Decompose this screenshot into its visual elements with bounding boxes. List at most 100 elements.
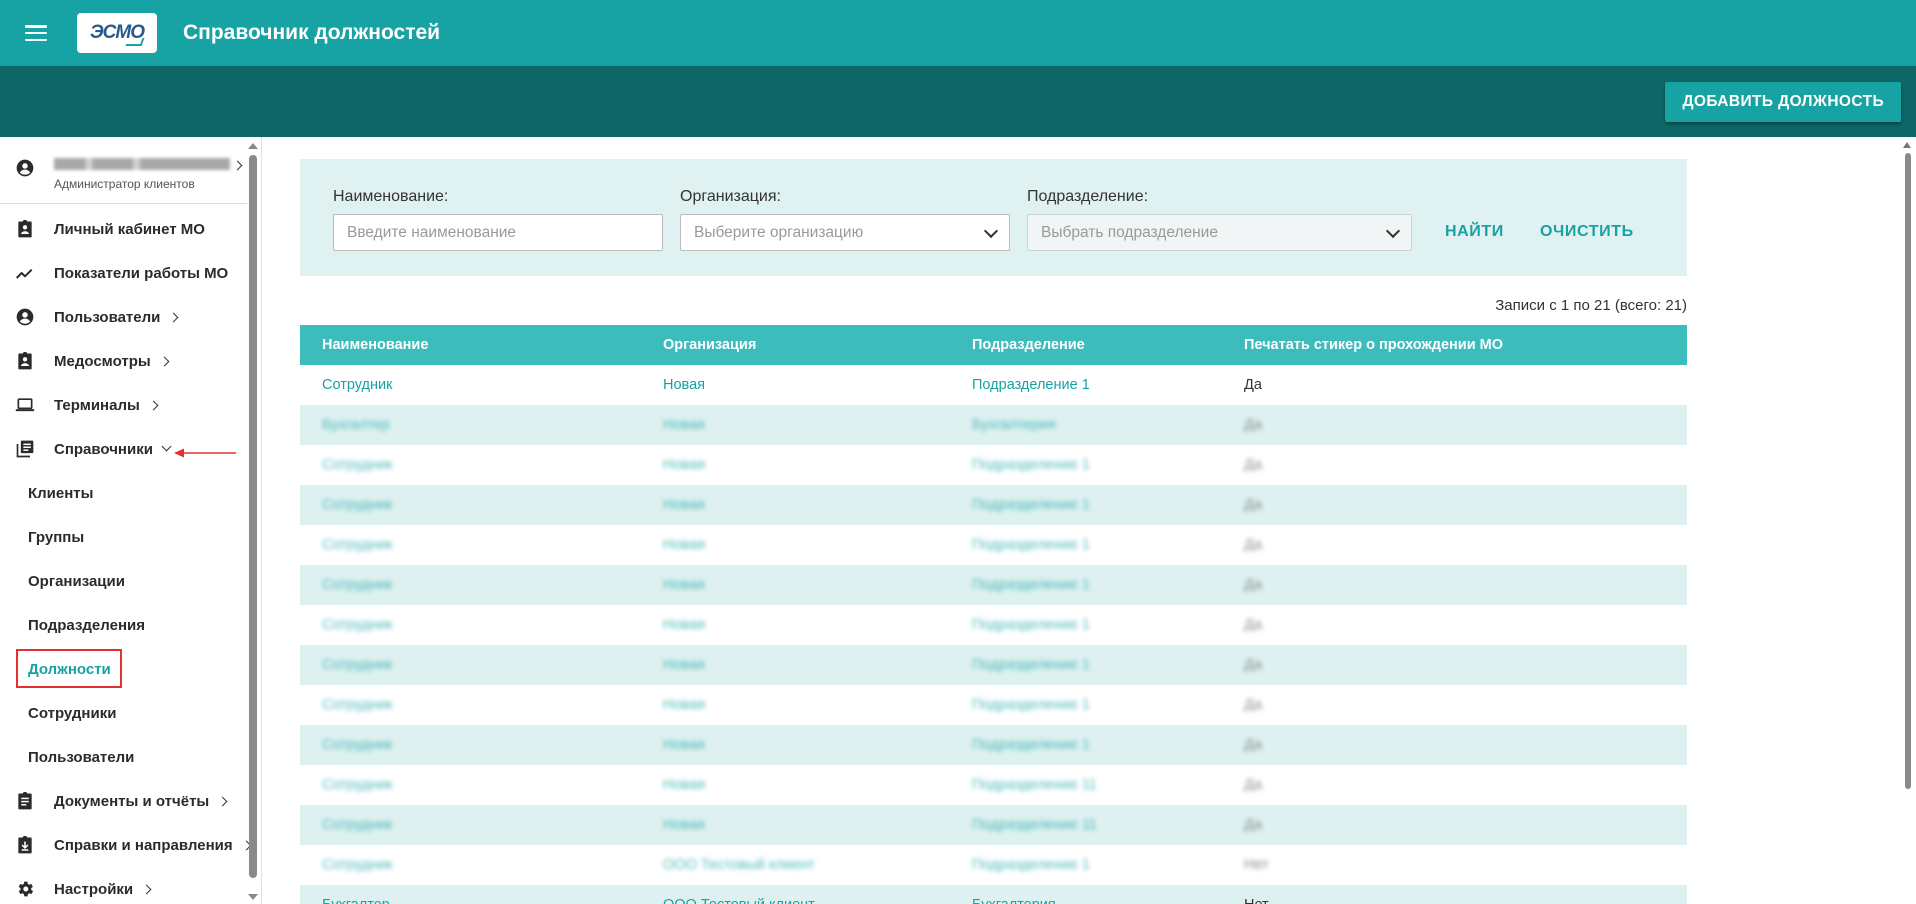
org-filter-label: Организация: bbox=[680, 188, 781, 205]
cell-department[interactable]: Подразделение 1 bbox=[972, 697, 1090, 713]
main-scrollbar[interactable] bbox=[1905, 153, 1911, 789]
sidebar-item-documents[interactable]: Документы и отчёты bbox=[0, 779, 247, 823]
user-profile[interactable]: Администратор клиентов bbox=[0, 137, 247, 191]
sidebar-item-personal-cabinet[interactable]: Личный кабинет МО bbox=[0, 207, 247, 251]
cell-name[interactable]: Сотрудник bbox=[322, 537, 392, 553]
app-logo[interactable]: ЭСМО bbox=[77, 13, 157, 53]
dept-filter-select[interactable]: Выбрать подразделение bbox=[1027, 214, 1412, 251]
cell-name[interactable]: Бухгалтер bbox=[322, 417, 390, 433]
highlight-box bbox=[16, 649, 122, 688]
cell-organization[interactable]: Новая bbox=[663, 417, 705, 433]
cell-department[interactable]: Бухгалтерия bbox=[972, 417, 1056, 433]
cell-name[interactable]: Сотрудник bbox=[322, 497, 392, 513]
table-row[interactable]: Сотрудник Новая Подразделение 1 Да bbox=[300, 685, 1687, 725]
scroll-up-icon[interactable] bbox=[248, 143, 258, 149]
cell-name[interactable]: Сотрудник bbox=[322, 617, 392, 633]
cell-department[interactable]: Подразделение 1 bbox=[972, 577, 1090, 593]
table-row[interactable]: Сотрудник Новая Подразделение 1 Да bbox=[300, 645, 1687, 685]
table-row[interactable]: Сотрудник Новая Подразделение 1 Да bbox=[300, 605, 1687, 645]
table-row[interactable]: Сотрудник Новая Подразделение 11 Да bbox=[300, 805, 1687, 845]
table-row[interactable]: Сотрудник Новая Подразделение 1 Да bbox=[300, 565, 1687, 605]
sidebar-subitem-employees[interactable]: Сотрудники bbox=[0, 691, 247, 735]
cell-organization[interactable]: Новая bbox=[663, 577, 705, 593]
sidebar-subitem-clients[interactable]: Клиенты bbox=[0, 471, 247, 515]
table-row[interactable]: Сотрудник Новая Подразделение 1 Да bbox=[300, 445, 1687, 485]
sidebar-subitem-groups[interactable]: Группы bbox=[0, 515, 247, 559]
add-position-button[interactable]: ДОБАВИТЬ ДОЛЖНОСТЬ bbox=[1665, 82, 1901, 122]
table-header: Наименование Организация Подразделение П… bbox=[300, 325, 1687, 365]
cell-department[interactable]: Подразделение 1 bbox=[972, 617, 1090, 633]
cell-name[interactable]: Бухгалтер bbox=[322, 897, 390, 904]
cell-name[interactable]: Сотрудник bbox=[322, 657, 392, 673]
scroll-down-icon[interactable] bbox=[248, 894, 258, 900]
sidebar-subitem-organizations[interactable]: Организации bbox=[0, 559, 247, 603]
cell-print-sticker: Да bbox=[1244, 417, 1262, 433]
sidebar-item-terminals[interactable]: Терминалы bbox=[0, 383, 247, 427]
table-row[interactable]: Сотрудник Новая Подразделение 1 Да bbox=[300, 725, 1687, 765]
cell-department[interactable]: Подразделение 1 bbox=[972, 377, 1090, 393]
sidebar-item-mo-stats[interactable]: Показатели работы МО bbox=[0, 251, 247, 295]
sidebar-scrollbar[interactable] bbox=[249, 155, 257, 878]
cell-name[interactable]: Сотрудник bbox=[322, 777, 392, 793]
cell-name[interactable]: Сотрудник bbox=[322, 857, 392, 873]
cell-department[interactable]: Бухгалтерия bbox=[972, 897, 1056, 904]
cell-organization[interactable]: Новая bbox=[663, 537, 705, 553]
sidebar-item-users[interactable]: Пользователи bbox=[0, 295, 247, 339]
sidebar-subitem-users[interactable]: Пользователи bbox=[0, 735, 247, 779]
table-row[interactable]: Сотрудник ООО Тестовый клиент Подразделени… bbox=[300, 845, 1687, 885]
table-row[interactable]: Сотрудник Новая Подразделение 1 Да bbox=[300, 485, 1687, 525]
chevron-right-icon bbox=[148, 400, 159, 410]
sidebar-item-label: Терминалы bbox=[54, 397, 159, 414]
cell-name[interactable]: Сотрудник bbox=[322, 577, 392, 593]
cell-name[interactable]: Сотрудник bbox=[322, 377, 392, 393]
sidebar-item-certificates[interactable]: Справки и направления bbox=[0, 823, 252, 867]
scroll-up-icon[interactable] bbox=[1903, 142, 1911, 148]
cell-print-sticker: Да bbox=[1244, 497, 1262, 513]
cell-name[interactable]: Сотрудник bbox=[322, 457, 392, 473]
cell-department[interactable]: Подразделение 1 bbox=[972, 737, 1090, 753]
sidebar-subitem-departments[interactable]: Подразделения bbox=[0, 603, 247, 647]
cell-department[interactable]: Подразделение 1 bbox=[972, 857, 1090, 873]
column-header-department[interactable]: Подразделение bbox=[972, 337, 1085, 353]
table-row[interactable]: Сотрудник Новая Подразделение 1 Да bbox=[300, 365, 1687, 405]
sidebar-item-settings[interactable]: Настройки bbox=[0, 867, 247, 904]
org-filter-select[interactable]: Выберите организацию bbox=[680, 214, 1010, 251]
cell-organization[interactable]: Новая bbox=[663, 657, 705, 673]
cell-organization[interactable]: Новая bbox=[663, 377, 705, 393]
cell-organization[interactable]: ООО Тестовый клиент bbox=[663, 897, 815, 904]
cell-organization[interactable]: Новая bbox=[663, 497, 705, 513]
cell-organization[interactable]: Новая bbox=[663, 617, 705, 633]
cell-name[interactable]: Сотрудник bbox=[322, 737, 392, 753]
table-row[interactable]: Сотрудник Новая Подразделение 11 Да bbox=[300, 765, 1687, 805]
positions-table: Наименование Организация Подразделение П… bbox=[300, 325, 1687, 904]
sidebar-item-medical-checks[interactable]: Медосмотры bbox=[0, 339, 247, 383]
sidebar-item-label: Показатели работы МО bbox=[54, 264, 229, 282]
table-row[interactable]: Бухгалтер ООО Тестовый клиент Бухгалтерия Н… bbox=[300, 885, 1687, 904]
cell-organization[interactable]: Новая bbox=[663, 697, 705, 713]
cell-name[interactable]: Сотрудник bbox=[322, 817, 392, 833]
chevron-down-icon bbox=[161, 441, 172, 451]
cell-organization[interactable]: Новая bbox=[663, 777, 705, 793]
column-header-name[interactable]: Наименование bbox=[322, 337, 428, 353]
name-filter-input[interactable]: Введите наименование bbox=[333, 214, 663, 251]
cell-organization[interactable]: Новая bbox=[663, 817, 705, 833]
column-header-organization[interactable]: Организация bbox=[663, 337, 756, 353]
cell-department[interactable]: Подразделение 1 bbox=[972, 457, 1090, 473]
table-row[interactable]: Сотрудник Новая Подразделение 1 Да bbox=[300, 525, 1687, 565]
cell-organization[interactable]: Новая bbox=[663, 737, 705, 753]
menu-icon[interactable] bbox=[25, 25, 47, 41]
cell-department[interactable]: Подразделение 1 bbox=[972, 497, 1090, 513]
cell-department[interactable]: Подразделение 1 bbox=[972, 537, 1090, 553]
chevron-right-icon bbox=[141, 884, 152, 894]
table-row[interactable]: Бухгалтер Новая Бухгалтерия Да bbox=[300, 405, 1687, 445]
cell-organization[interactable]: Новая bbox=[663, 457, 705, 473]
cell-name[interactable]: Сотрудник bbox=[322, 697, 392, 713]
cell-organization[interactable]: ООО Тестовый клиент bbox=[663, 857, 815, 873]
clear-button[interactable]: ОЧИСТИТЬ bbox=[1540, 217, 1634, 247]
cell-department[interactable]: Подразделение 11 bbox=[972, 777, 1097, 793]
find-button[interactable]: НАЙТИ bbox=[1445, 217, 1504, 247]
cell-department[interactable]: Подразделение 11 bbox=[972, 817, 1097, 833]
column-header-print-sticker[interactable]: Печатать стикер о прохождении МО bbox=[1244, 337, 1503, 353]
cell-department[interactable]: Подразделение 1 bbox=[972, 657, 1090, 673]
filter-panel: Наименование: Введите наименование Орган… bbox=[300, 159, 1687, 276]
